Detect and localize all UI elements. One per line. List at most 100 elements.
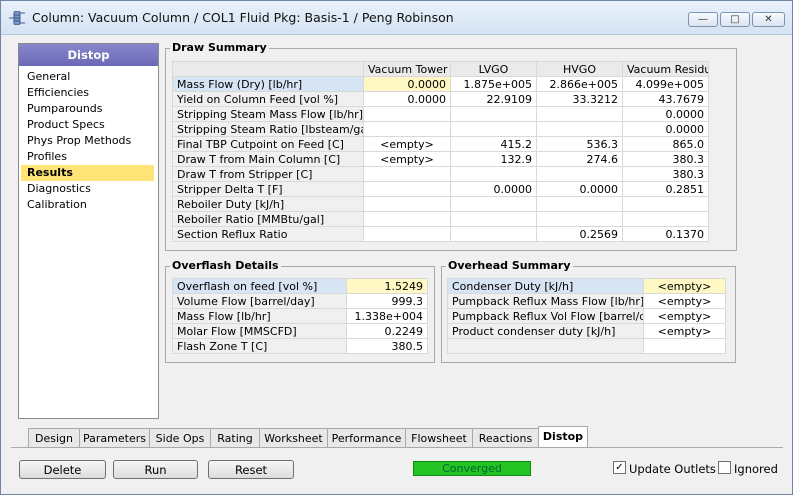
overflash-title: Overflash Details (170, 259, 281, 272)
table-cell[interactable]: 380.3 (622, 151, 709, 167)
table-cell[interactable]: <empty> (643, 278, 726, 294)
table-cell[interactable]: 33.3212 (536, 91, 623, 107)
row-label: Reboiler Ratio [MMBtu/gal] (172, 211, 364, 227)
table-cell[interactable]: 43.7679 (622, 91, 709, 107)
delete-button[interactable]: Delete (19, 460, 106, 479)
table-cell[interactable] (536, 106, 623, 122)
table-cell[interactable]: 0.0000 (450, 181, 537, 197)
table-cell[interactable]: 415.2 (450, 136, 537, 152)
tab-parameters[interactable]: Parameters (79, 428, 150, 447)
table-cell[interactable] (450, 196, 537, 212)
table-cell[interactable] (363, 196, 451, 212)
table-cell[interactable] (450, 211, 537, 227)
maximize-icon: □ (730, 14, 740, 25)
table-cell[interactable]: 0.0000 (363, 76, 451, 92)
table-cell[interactable]: 0.0000 (363, 91, 451, 107)
column-header: LVGO (450, 61, 537, 77)
sidebar-item-diagnostics[interactable]: Diagnostics (21, 181, 154, 197)
table-cell[interactable]: <empty> (363, 151, 451, 167)
table-cell[interactable] (536, 121, 623, 137)
table-cell[interactable]: 380.3 (622, 166, 709, 182)
table-cell[interactable] (450, 166, 537, 182)
reset-button[interactable]: Reset (208, 460, 294, 479)
tab-design[interactable]: Design (28, 428, 80, 447)
table-cell[interactable] (536, 166, 623, 182)
sidebar-item-product-specs[interactable]: Product Specs (21, 117, 154, 133)
run-button[interactable]: Run (113, 460, 198, 479)
table-cell[interactable] (363, 166, 451, 182)
table-cell[interactable]: 22.9109 (450, 91, 537, 107)
column-window: Column: Vacuum Column / COL1 Fluid Pkg: … (0, 0, 793, 495)
table-cell[interactable] (363, 211, 451, 227)
table-cell[interactable]: <empty> (643, 308, 726, 324)
table-cell[interactable]: 0.2851 (622, 181, 709, 197)
table-cell[interactable] (622, 211, 709, 227)
ignored-checkbox[interactable] (718, 461, 731, 474)
table-cell[interactable]: 0.0000 (622, 106, 709, 122)
table-cell[interactable] (363, 226, 451, 242)
minimize-button[interactable]: — (688, 12, 718, 27)
table-cell[interactable]: 132.9 (450, 151, 537, 167)
table-cell[interactable]: 0.2569 (536, 226, 623, 242)
table-cell[interactable] (363, 106, 451, 122)
sidebar-item-efficiencies[interactable]: Efficiencies (21, 85, 154, 101)
table-cell[interactable]: 0.0000 (622, 121, 709, 137)
tab-side-ops[interactable]: Side Ops (149, 428, 211, 447)
table-cell[interactable]: 0.0000 (536, 181, 623, 197)
row-label: Pumpback Reflux Vol Flow [barrel/day] (447, 308, 644, 324)
table-row: Condenser Duty [kJ/h] <empty> (447, 278, 726, 294)
table-cell[interactable]: 274.6 (536, 151, 623, 167)
table-cell[interactable]: 1.338e+004 (346, 308, 428, 324)
sidebar-item-phys-prop-methods[interactable]: Phys Prop Methods (21, 133, 154, 149)
row-label: Final TBP Cutpoint on Feed [C] (172, 136, 364, 152)
table-cell[interactable]: 0.1370 (622, 226, 709, 242)
table-cell[interactable] (643, 338, 726, 354)
tab-performance[interactable]: Performance (327, 428, 406, 447)
maximize-button[interactable]: □ (720, 12, 750, 27)
table-row: Pumpback Reflux Mass Flow [lb/hr] <empty> (447, 293, 726, 309)
table-cell[interactable] (450, 226, 537, 242)
table-row: Reboiler Ratio [MMBtu/gal] (172, 211, 709, 227)
sidebar-item-pumparounds[interactable]: Pumparounds (21, 101, 154, 117)
table-cell[interactable]: <empty> (363, 136, 451, 152)
tab-flowsheet[interactable]: Flowsheet (405, 428, 473, 447)
sidebar-item-profiles[interactable]: Profiles (21, 149, 154, 165)
table-cell[interactable] (363, 181, 451, 197)
sidebar-item-general[interactable]: General (21, 69, 154, 85)
table-cell[interactable] (536, 196, 623, 212)
table-cell[interactable] (450, 106, 537, 122)
table-cell[interactable]: 865.0 (622, 136, 709, 152)
tab-worksheet[interactable]: Worksheet (259, 428, 328, 447)
row-label: Draw T from Main Column [C] (172, 151, 364, 167)
table-row: Stripping Steam Mass Flow [lb/hr] 0.0000 (172, 106, 709, 122)
tab-distop[interactable]: Distop (538, 426, 588, 447)
tab-rating[interactable]: Rating (210, 428, 260, 447)
table-cell[interactable] (363, 121, 451, 137)
close-button[interactable]: ✕ (752, 12, 785, 27)
table-cell[interactable]: <empty> (643, 293, 726, 309)
table-cell[interactable]: 2.866e+005 (536, 76, 623, 92)
row-label: Molar Flow [MMSCFD] (172, 323, 347, 339)
column-header: Vacuum Residue (622, 61, 709, 77)
close-icon: ✕ (764, 14, 773, 25)
checkmark-icon: ✓ (615, 462, 624, 473)
table-cell[interactable]: <empty> (643, 323, 726, 339)
table-cell[interactable]: 1.875e+005 (450, 76, 537, 92)
update-outlets-checkbox[interactable]: ✓ (613, 461, 626, 474)
table-cell[interactable]: 4.099e+005 (622, 76, 709, 92)
table-cell[interactable]: 1.5249 (346, 278, 428, 294)
row-label: Stripping Steam Mass Flow [lb/hr] (172, 106, 364, 122)
table-row: Stripping Steam Ratio [lbsteam/gal] 0.000… (172, 121, 709, 137)
table-cell[interactable] (450, 121, 537, 137)
sidebar-item-results[interactable]: Results (21, 165, 154, 181)
table-cell[interactable]: 999.3 (346, 293, 428, 309)
sidebar-item-calibration[interactable]: Calibration (21, 197, 154, 213)
table-cell[interactable] (622, 196, 709, 212)
table-cell[interactable]: 0.2249 (346, 323, 428, 339)
table-row: Molar Flow [MMSCFD] 0.2249 (172, 323, 428, 339)
table-cell[interactable]: 380.5 (346, 338, 428, 354)
table-cell[interactable] (536, 211, 623, 227)
tab-reactions[interactable]: Reactions (472, 428, 539, 447)
title-bar[interactable]: Column: Vacuum Column / COL1 Fluid Pkg: … (1, 1, 792, 35)
table-cell[interactable]: 536.3 (536, 136, 623, 152)
